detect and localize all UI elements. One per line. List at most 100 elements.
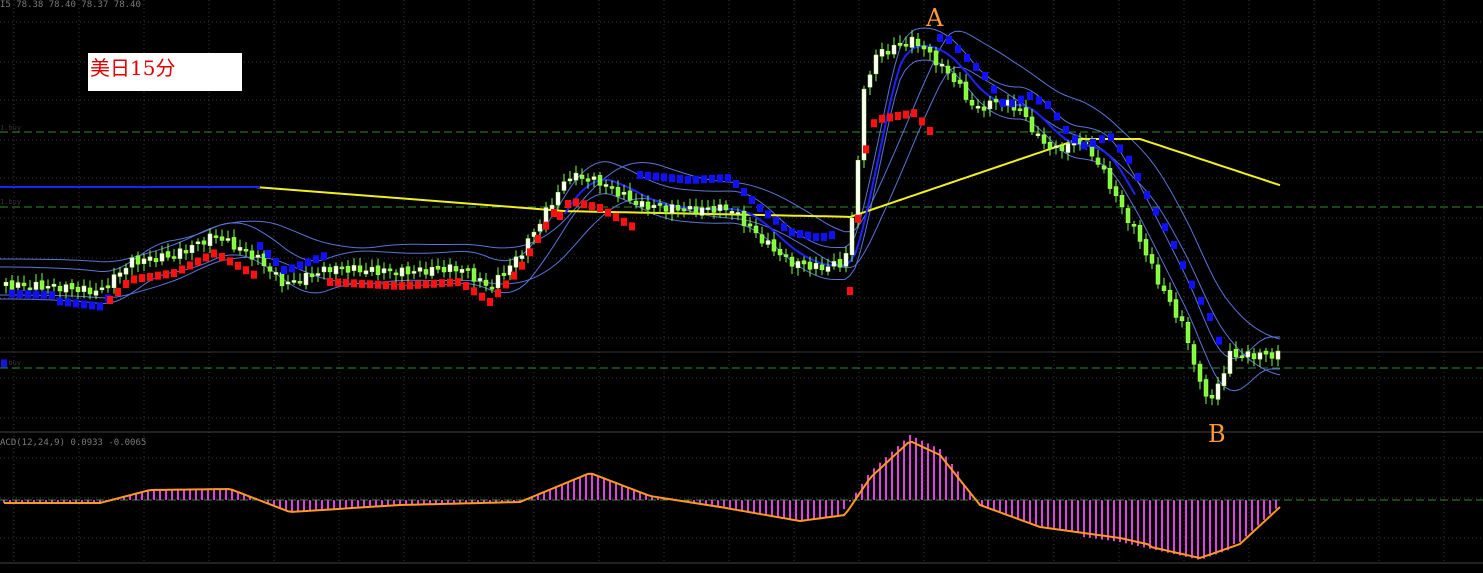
psar-dot	[251, 270, 257, 279]
psar-dot	[919, 117, 925, 126]
psar-dot	[821, 233, 827, 242]
psar-dot	[375, 280, 381, 289]
candle-body	[573, 172, 579, 181]
psar-dot	[709, 174, 715, 183]
candle-body	[963, 81, 969, 100]
psar-dot	[147, 272, 153, 281]
candle-body	[633, 200, 639, 205]
candle-body	[33, 281, 39, 290]
ohlc-readout: I5 78.38 78.40 78.37 78.40	[0, 0, 141, 10]
level-label-upper: 1.buy	[0, 124, 22, 132]
candle-body	[579, 174, 585, 179]
candle-body	[1065, 143, 1071, 153]
candle-body	[9, 280, 15, 290]
candle-body	[825, 266, 831, 272]
candle-body	[1263, 350, 1269, 355]
psar-dot	[1045, 101, 1051, 109]
candle-body	[129, 257, 135, 268]
psar-dot	[765, 210, 771, 219]
candle-body	[57, 285, 63, 292]
psar-dot	[1189, 280, 1195, 289]
candle-body	[99, 287, 105, 291]
candle-body	[957, 79, 963, 84]
candle-body	[21, 282, 27, 287]
psar-dot	[139, 274, 145, 283]
candle-body	[45, 285, 51, 289]
candle-body	[1161, 285, 1167, 291]
psar-dot	[423, 280, 429, 289]
candle-body	[1149, 254, 1155, 264]
candle-body	[1197, 363, 1203, 382]
candle-body	[255, 254, 261, 258]
candle-body	[135, 255, 141, 265]
candle-body	[651, 204, 657, 208]
psar-dot	[89, 301, 95, 310]
psar-dot	[813, 233, 819, 242]
candle-body	[555, 192, 561, 206]
psar-dot	[1090, 138, 1096, 147]
candle-body	[387, 268, 393, 272]
psar-dot	[887, 113, 893, 122]
candle-body	[519, 255, 525, 259]
psar-dot	[557, 212, 563, 220]
psar-dot	[1000, 99, 1006, 107]
psar-dot	[399, 281, 405, 290]
psar-dot	[131, 275, 137, 284]
psar-dot	[669, 174, 675, 183]
psar-dot	[879, 114, 885, 123]
candle-body	[687, 206, 693, 210]
candle-body	[987, 100, 993, 110]
psar-dot	[327, 278, 333, 286]
psar-dot	[455, 278, 461, 287]
candle-body	[1107, 168, 1113, 189]
candle-body	[75, 286, 81, 292]
candle-body	[903, 43, 909, 47]
candle-body	[723, 204, 729, 211]
candle-body	[411, 271, 417, 274]
psar-dot	[97, 302, 103, 311]
psar-dot	[115, 288, 121, 296]
candle-body	[735, 212, 741, 215]
candle-body	[219, 236, 225, 241]
candle-body	[297, 281, 303, 284]
candle-body	[669, 204, 675, 214]
candle-body	[1275, 350, 1281, 360]
candle-body	[1251, 353, 1257, 360]
psar-dot	[367, 280, 373, 289]
candle-body	[789, 256, 795, 267]
candle-body	[267, 266, 273, 272]
psar-dot	[829, 231, 835, 240]
psar-dot	[9, 289, 15, 298]
level-label-lower: 1.buy	[0, 359, 22, 367]
psar-dot	[289, 264, 295, 273]
psar-dot	[789, 228, 795, 237]
candle-body	[87, 287, 93, 295]
candle-body	[777, 248, 783, 256]
psar-dot	[187, 261, 193, 270]
psar-dot	[573, 198, 579, 207]
candle-body	[1179, 316, 1185, 322]
psar-dot	[955, 45, 961, 53]
psar-dot	[805, 231, 811, 240]
psar-dot	[581, 200, 587, 209]
psar-dot	[1117, 144, 1123, 153]
candle-body	[1167, 289, 1173, 302]
candle-body	[327, 267, 333, 273]
candle-body	[207, 233, 213, 246]
psar-dot	[351, 279, 357, 288]
psar-dot	[565, 200, 571, 208]
psar-dot	[717, 174, 723, 183]
candle-body	[1095, 157, 1101, 165]
candle-body	[1059, 145, 1065, 151]
psar-dot	[653, 172, 659, 181]
psar-dot	[359, 279, 365, 288]
candle-body	[495, 274, 501, 289]
candle-body	[183, 250, 189, 254]
psar-dot	[1036, 96, 1042, 105]
psar-dot	[257, 242, 263, 250]
candle-body	[639, 201, 645, 207]
candle-body	[627, 190, 633, 201]
psar-dot	[847, 287, 853, 295]
psar-dot	[211, 249, 217, 258]
psar-dot	[65, 298, 71, 307]
